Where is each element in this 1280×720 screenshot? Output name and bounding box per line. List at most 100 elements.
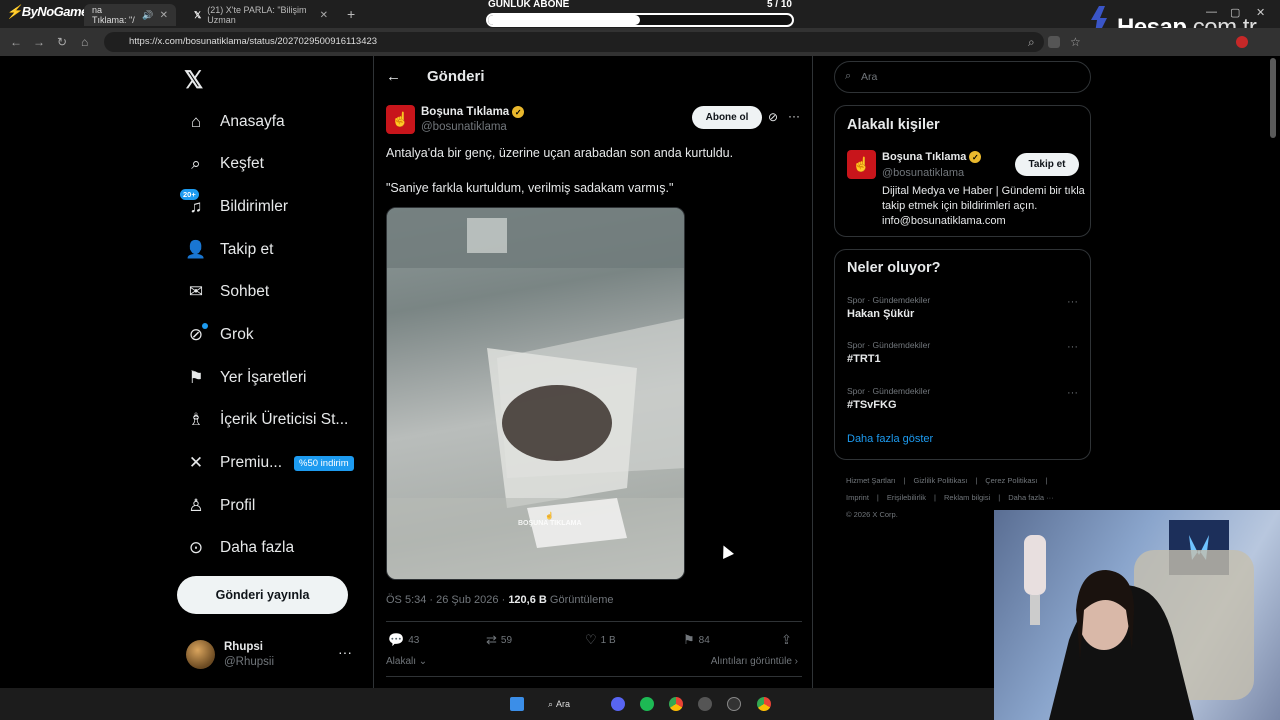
more-icon[interactable]: ··· <box>788 109 800 123</box>
sidebar-item-explore[interactable]: ⌕ Keşfet <box>186 146 264 182</box>
sidebar-item-profile[interactable]: ♙ Profil <box>186 488 255 524</box>
sidebar-item-notifications[interactable]: ♫ 20+ Bildirimler <box>180 189 288 225</box>
sort-dropdown[interactable]: Alakalı ⌄ <box>386 656 427 667</box>
subscribe-button[interactable]: Abone ol <box>692 106 762 129</box>
new-tab-icon[interactable]: + <box>347 6 355 22</box>
close-icon[interactable]: ✕ <box>160 10 168 21</box>
tab-title: (21) X'te PARLA: "Bilişim Uzman <box>207 5 307 25</box>
sort-label: Alakalı <box>386 656 417 667</box>
relevant-person-handle[interactable]: @bosunatiklama <box>882 167 964 179</box>
post-button[interactable]: Gönderi yayınla <box>177 576 348 614</box>
account-switcher[interactable]: Rhupsi @Rhupsii ··· <box>186 640 366 672</box>
sidebar-item-home[interactable]: ⌂ Anasayfa <box>186 104 285 140</box>
taskbar-search[interactable]: ⌕ Ara <box>548 695 592 713</box>
relevant-person-name[interactable]: Boşuna Tıklama ✓ <box>882 151 982 163</box>
more-icon[interactable]: ··· <box>1067 387 1078 399</box>
profile-icon[interactable] <box>1236 36 1248 48</box>
more-icon[interactable]: ··· <box>1067 296 1078 308</box>
tweet-video[interactable]: ☝ BOŞUNA TIKLAMA <box>386 207 685 580</box>
sidebar-item-premium[interactable]: ✕ Premiu... %50 indirim <box>186 445 354 481</box>
footer-link[interactable]: Gizlilik Politikası <box>914 476 968 485</box>
profile-handle: @Rhupsii <box>224 656 275 668</box>
page-title: Gönderi <box>427 68 485 85</box>
show-more-link[interactable]: Daha fazla göster <box>847 433 933 445</box>
sidebar-item-label: Sohbet <box>220 283 270 300</box>
webcam-scene-graphic <box>1024 520 1254 720</box>
copyright: © 2026 X Corp. <box>846 510 898 519</box>
footer-link[interactable]: Hizmet Şartları <box>846 476 896 485</box>
subscriber-goal-widget: GÜNLÜK ABONE 5 / 10 <box>484 0 796 28</box>
verified-badge-icon: ✓ <box>969 151 982 163</box>
footer-link[interactable]: Daha fazla ··· <box>1008 493 1053 502</box>
reload-icon[interactable]: ↻ <box>57 35 67 49</box>
trend-meta: Spor · Gündemdekiler <box>847 386 931 396</box>
sidebar-item-follow[interactable]: 👤 Takip et <box>185 232 273 268</box>
browser-tab-active[interactable]: na Tıklama: "/ 🔊 ✕ <box>84 4 176 26</box>
bookmark-button[interactable]: ⚑ 84 <box>683 632 710 648</box>
app-icon[interactable] <box>698 697 712 711</box>
footer-link[interactable]: Reklam bilgisi <box>944 493 990 502</box>
share-button[interactable]: ⇪ <box>781 632 792 648</box>
view-quotes-link[interactable]: Alıntıları görüntüle › <box>711 656 798 667</box>
windows-start-icon[interactable] <box>510 697 524 711</box>
url-input[interactable]: https://x.com/bosunatiklama/status/20270… <box>104 32 1044 52</box>
close-icon[interactable]: ✕ <box>320 10 328 21</box>
sidebar-item-messages[interactable]: ✉ Sohbet <box>186 274 269 310</box>
windows-taskbar: ⌕ Ara <box>0 688 994 720</box>
search-input[interactable]: ⌕ Ara <box>834 61 1091 93</box>
scrollbar[interactable] <box>1270 58 1276 138</box>
chrome-active-icon[interactable] <box>757 697 771 711</box>
card-title: Alakalı kişiler <box>847 117 940 133</box>
tweet-author-name[interactable]: Boşuna Tıklama ✓ <box>421 106 525 118</box>
footer-separator: | <box>876 493 879 502</box>
notification-badge: 20+ <box>180 189 199 200</box>
x-logo-icon[interactable]: 𝕏 <box>184 66 203 95</box>
subscriber-progress-fill <box>488 15 640 25</box>
browser-tab[interactable]: 𝕏 (21) X'te PARLA: "Bilişim Uzman ✕ <box>186 4 336 26</box>
avatar[interactable]: ☝ <box>847 150 876 179</box>
cast-icon[interactable] <box>1048 36 1060 48</box>
subscriber-progress-bar <box>486 13 794 27</box>
sidebar-item-grok[interactable]: ⊘ Grok <box>186 317 254 353</box>
tweet-author-avatar[interactable]: ☝ <box>386 105 415 134</box>
sidebar-item-bookmarks[interactable]: ⚑ Yer İşaretleri <box>186 360 306 396</box>
footer-separator: | <box>1045 476 1048 485</box>
app-icon[interactable] <box>727 697 741 711</box>
spotify-icon[interactable] <box>640 697 654 711</box>
search-placeholder: Ara <box>861 71 878 83</box>
trend-item[interactable]: Hakan Şükür <box>847 308 914 320</box>
watermark-text: BOŞUNA TIKLAMA <box>518 520 582 527</box>
back-arrow-icon[interactable]: ← <box>10 35 22 49</box>
forward-arrow-icon[interactable]: → <box>33 35 45 49</box>
like-button[interactable]: ♡ 1 B <box>585 632 616 648</box>
trend-item[interactable]: #TSvFKG <box>847 399 897 411</box>
subscriber-title: GÜNLÜK ABONE <box>488 0 570 10</box>
sidebar-item-more[interactable]: ⊙ Daha fazla <box>186 530 294 566</box>
footer-link[interactable]: Çerez Politikası <box>985 476 1037 485</box>
x-favicon-icon: 𝕏 <box>194 9 202 20</box>
more-icon[interactable]: ··· <box>338 644 352 660</box>
home-browser-icon[interactable]: ⌂ <box>81 35 88 49</box>
person-name-text: Boşuna Tıklama <box>882 151 967 163</box>
more-icon[interactable]: ··· <box>1067 341 1078 353</box>
trend-item[interactable]: #TRT1 <box>847 353 881 365</box>
trend-meta: Spor · Gündemdekiler <box>847 295 931 305</box>
grok-explain-icon[interactable]: ⊘ <box>768 110 778 124</box>
star-icon[interactable]: ☆ <box>1070 35 1081 49</box>
like-count: 1 B <box>600 634 616 646</box>
retweet-button[interactable]: ⇄ 59 <box>486 632 512 648</box>
reply-button[interactable]: 💬 43 <box>388 632 419 648</box>
footer-link[interactable]: Imprint <box>846 493 869 502</box>
tweet-author-handle[interactable]: @bosunatiklama <box>421 121 507 133</box>
footer-separator: | <box>975 476 978 485</box>
search-icon: ⌕ <box>191 154 201 173</box>
chrome-icon[interactable] <box>669 697 683 711</box>
footer-link[interactable]: Erişilebilirlik <box>887 493 926 502</box>
sidebar-item-creator-studio[interactable]: ♗ İçerik Üreticisi St... <box>186 402 348 438</box>
discord-icon[interactable] <box>611 697 625 711</box>
sidebar-item-label: Keşfet <box>220 155 264 172</box>
follow-button[interactable]: Takip et <box>1015 153 1079 176</box>
left-sidebar: 𝕏 ⌂ Anasayfa ⌕ Keşfet ♫ 20+ Bildirimler 👤… <box>176 56 372 688</box>
back-arrow-icon[interactable]: ← <box>386 68 401 85</box>
zoom-icon[interactable]: ⌕ <box>1028 35 1035 50</box>
